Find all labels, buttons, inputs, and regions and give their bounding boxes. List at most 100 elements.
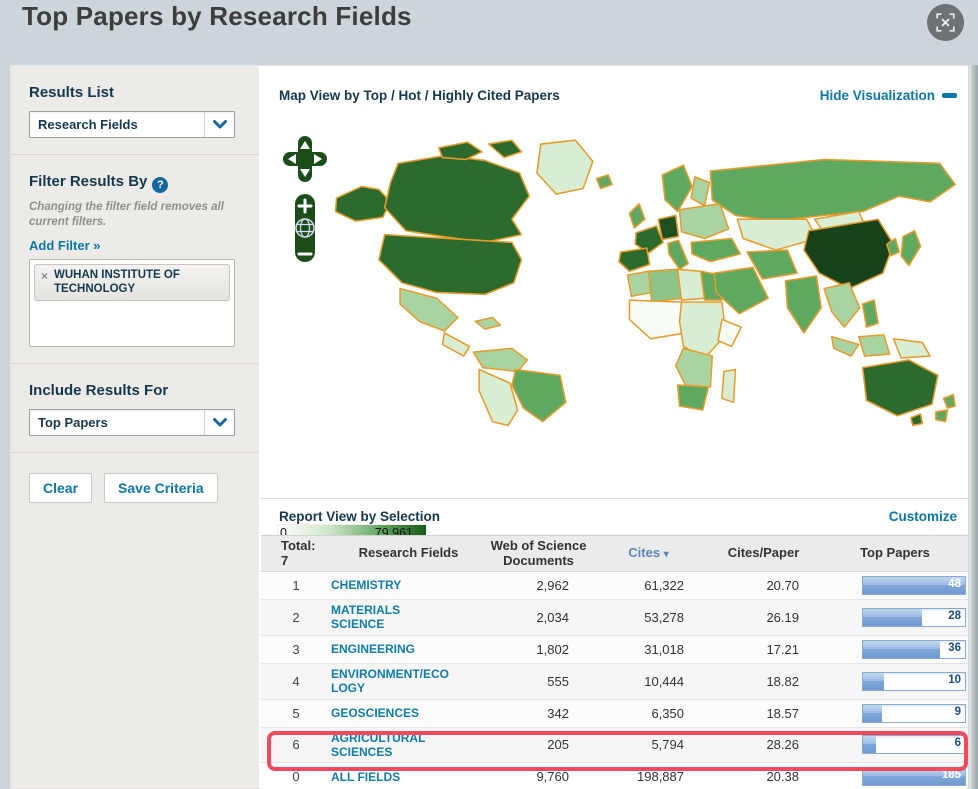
fullscreen-button[interactable] bbox=[927, 4, 964, 41]
cites-value: 5,794 bbox=[651, 737, 684, 753]
customize-link[interactable]: Customize bbox=[889, 509, 957, 524]
cites-per-paper-value: 26.19 bbox=[766, 609, 799, 625]
bar-fill bbox=[863, 736, 876, 754]
top-papers-bar: 6 bbox=[862, 735, 966, 755]
country-greenland bbox=[536, 139, 594, 195]
remove-filter-icon[interactable]: × bbox=[41, 269, 48, 283]
row-rank: 2 bbox=[292, 609, 300, 625]
table-row: 1 CHEMISTRY 2,962 61,322 20.70 48 bbox=[261, 572, 969, 600]
country-india bbox=[784, 275, 822, 334]
research-field-link[interactable]: GEOSCIENCES bbox=[331, 706, 453, 720]
total-count: 7 bbox=[281, 552, 289, 568]
help-icon[interactable]: ? bbox=[152, 177, 169, 193]
country-italy bbox=[667, 239, 689, 271]
country-sumatra bbox=[831, 336, 860, 357]
country-horn-africa bbox=[717, 318, 742, 348]
filter-chip[interactable]: × WUHAN INSTITUTE OF TECHNOLOGY bbox=[34, 263, 230, 302]
top-papers-bar: 185 bbox=[862, 767, 966, 787]
choropleth-map[interactable] bbox=[323, 128, 959, 428]
total-count-header: Total: 7 bbox=[261, 537, 331, 569]
active-filters-box: × WUHAN INSTITUTE OF TECHNOLOGY bbox=[29, 258, 235, 347]
column-header-cites-sorted[interactable]: Cites ▾ bbox=[591, 545, 706, 561]
country-brazil bbox=[511, 368, 567, 423]
research-field-link[interactable]: CHEMISTRY bbox=[331, 578, 453, 592]
table-header-row: Total: 7 Research Fields Web of Science … bbox=[261, 535, 969, 572]
filter-note: Changing the filter field removes all cu… bbox=[29, 201, 224, 228]
top-papers-bar: 10 bbox=[862, 671, 966, 691]
cites-per-paper-value: 28.26 bbox=[766, 737, 799, 753]
country-usa bbox=[378, 233, 523, 296]
row-rank: 3 bbox=[292, 641, 300, 657]
table-row: 0 ALL FIELDS 9,760 198,887 20.38 185 bbox=[261, 763, 969, 789]
country-argentina bbox=[478, 368, 519, 427]
country-colombia bbox=[472, 347, 529, 373]
research-field-link[interactable]: ENVIRONMENT/ECOLOGY bbox=[331, 667, 453, 696]
country-south-africa bbox=[676, 384, 710, 411]
top-papers-value: 6 bbox=[954, 737, 961, 750]
section-divider bbox=[261, 498, 969, 499]
include-results-dropdown[interactable]: Top Papers bbox=[29, 408, 235, 436]
add-filter-link[interactable]: Add Filter » bbox=[29, 238, 101, 253]
country-southern-africa bbox=[674, 347, 714, 388]
hide-visualization-link[interactable]: Hide Visualization bbox=[820, 88, 957, 103]
world-map[interactable]: 0 79,961 bbox=[269, 126, 961, 544]
vertical-scrollbar[interactable] bbox=[968, 65, 978, 789]
country-finland bbox=[690, 176, 711, 207]
country-iceland bbox=[595, 174, 613, 190]
chevron-down-icon bbox=[204, 112, 234, 137]
total-label: Total: bbox=[281, 537, 316, 553]
top-papers-cell: 6 bbox=[821, 735, 969, 755]
research-field-link[interactable]: ENGINEERING bbox=[331, 642, 453, 656]
clear-button[interactable]: Clear bbox=[29, 472, 93, 503]
country-new-zealand-south bbox=[935, 409, 949, 423]
sidebar: Results List Research Fields Filter Resu… bbox=[11, 66, 259, 788]
results-list-section: Results List Research Fields bbox=[11, 66, 259, 155]
research-field-link[interactable]: AGRICULTURAL SCIENCES bbox=[331, 731, 453, 760]
cites-value: 61,322 bbox=[644, 578, 684, 593]
top-papers-value: 28 bbox=[948, 609, 961, 622]
cites-value: 6,350 bbox=[651, 705, 684, 721]
column-header-wos-documents[interactable]: Web of Science Documents bbox=[486, 538, 591, 569]
results-list-value: Research Fields bbox=[38, 117, 138, 132]
page-title: Top Papers by Research Fields bbox=[22, 1, 412, 31]
zoom-control-icon bbox=[295, 194, 315, 262]
top-papers-bar: 48 bbox=[862, 576, 966, 595]
country-new-guinea bbox=[892, 337, 931, 359]
bar-fill bbox=[863, 608, 923, 626]
report-view-header: Report View by Selection Customize bbox=[279, 509, 957, 524]
column-header-cites-per-paper[interactable]: Cites/Paper bbox=[706, 545, 821, 561]
research-field-link[interactable]: MATERIALS SCIENCE bbox=[331, 603, 453, 632]
wos-documents-value: 205 bbox=[547, 737, 569, 753]
report-view-title: Report View by Selection bbox=[279, 509, 441, 524]
filter-chip-label: WUHAN INSTITUTE OF TECHNOLOGY bbox=[54, 268, 180, 295]
hide-visualization-label: Hide Visualization bbox=[819, 88, 935, 103]
pan-control-icon bbox=[283, 136, 327, 182]
results-list-dropdown[interactable]: Research Fields bbox=[29, 111, 235, 138]
wos-documents-value: 342 bbox=[547, 705, 569, 721]
table-row: 6 AGRICULTURAL SCIENCES 205 5,794 28.26 6 bbox=[261, 727, 969, 764]
country-morocco bbox=[626, 270, 653, 298]
filter-heading-label: Filter Results By bbox=[29, 173, 148, 190]
cites-value: 198,887 bbox=[637, 769, 684, 785]
column-header-top-papers[interactable]: Top Papers bbox=[821, 545, 969, 561]
country-eastern-europe bbox=[678, 203, 730, 240]
map-view-header: Map View by Top / Hot / Highly Cited Pap… bbox=[279, 88, 957, 103]
cites-per-paper-value: 18.57 bbox=[766, 705, 799, 721]
cites-per-paper-value: 20.38 bbox=[766, 769, 799, 785]
research-field-link[interactable]: ALL FIELDS bbox=[331, 770, 453, 784]
include-results-value: Top Papers bbox=[38, 414, 108, 430]
country-uk bbox=[628, 203, 646, 229]
filter-section: Filter Results By? Changing the filter f… bbox=[11, 155, 259, 364]
row-rank: 1 bbox=[292, 578, 300, 593]
top-papers-bar: 36 bbox=[862, 639, 966, 659]
row-rank: 4 bbox=[292, 673, 300, 689]
map-pan-zoom-controls[interactable] bbox=[283, 136, 327, 266]
save-criteria-button[interactable]: Save Criteria bbox=[104, 472, 218, 503]
country-spain bbox=[618, 247, 651, 273]
country-philippines bbox=[861, 299, 879, 328]
country-algeria bbox=[647, 268, 683, 303]
row-rank: 0 bbox=[292, 769, 300, 785]
top-papers-bar: 9 bbox=[862, 703, 966, 723]
country-new-zealand-north bbox=[942, 393, 956, 409]
column-header-research-fields[interactable]: Research Fields bbox=[331, 545, 486, 561]
